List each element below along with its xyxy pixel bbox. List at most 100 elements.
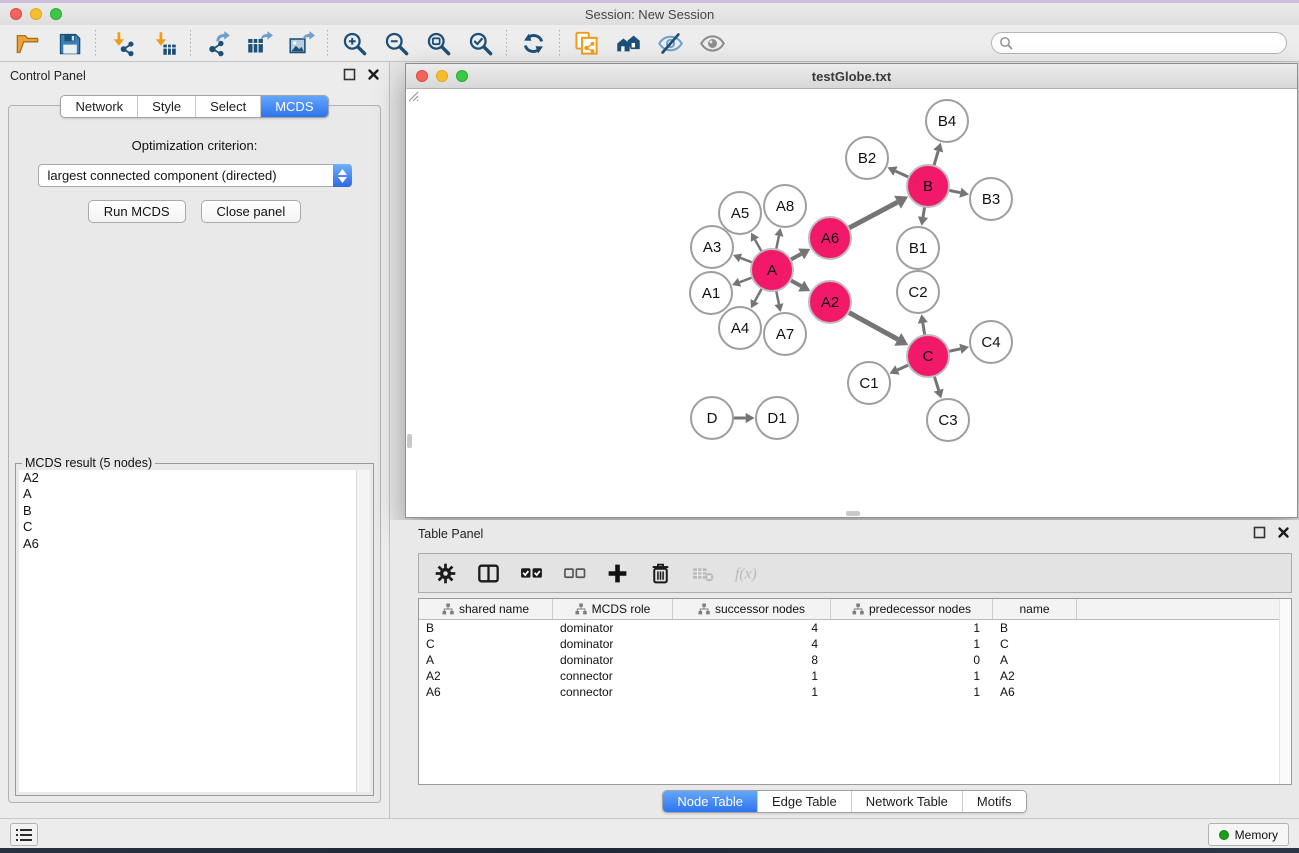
clone-network-button[interactable] xyxy=(571,28,601,58)
zoom-selected-button[interactable] xyxy=(465,28,495,58)
graph-node-A2[interactable]: A2 xyxy=(809,281,851,323)
save-session-button[interactable] xyxy=(54,28,84,58)
graph-node-A6[interactable]: A6 xyxy=(809,217,851,259)
column-header-predecessor-nodes[interactable]: predecessor nodes xyxy=(831,599,993,619)
refresh-button[interactable] xyxy=(518,28,548,58)
zoom-out-button[interactable] xyxy=(381,28,411,58)
graph-edge-B-B2[interactable] xyxy=(887,166,908,177)
graph-node-A3[interactable]: A3 xyxy=(691,226,733,268)
tab-motifs[interactable]: Motifs xyxy=(963,791,1026,812)
hide-panels-button[interactable] xyxy=(655,28,685,58)
tab-mcds[interactable]: MCDS xyxy=(261,96,327,117)
export-image-button[interactable] xyxy=(286,28,316,58)
delete-columns-button[interactable] xyxy=(646,559,674,587)
canvas-hscroll-thumb[interactable] xyxy=(846,511,860,516)
tab-node-table[interactable]: Node Table xyxy=(663,791,758,812)
graph-edge-B-B4[interactable] xyxy=(933,143,943,166)
graph-node-A4[interactable]: A4 xyxy=(719,307,761,349)
create-column-button[interactable] xyxy=(603,559,631,587)
zoom-fit-button[interactable] xyxy=(423,28,453,58)
graph-edge-A-A1[interactable] xyxy=(732,277,752,286)
mcds-result-item[interactable]: C xyxy=(19,519,370,535)
graph-edge-A-A5[interactable] xyxy=(751,233,762,252)
tab-edge-table[interactable]: Edge Table xyxy=(758,791,852,812)
run-mcds-button[interactable]: Run MCDS xyxy=(88,200,186,223)
deselect-all-columns-button[interactable] xyxy=(560,559,588,587)
table-row[interactable]: Bdominator41B xyxy=(419,620,1291,636)
column-header-successor-nodes[interactable]: successor nodes xyxy=(673,599,831,619)
split-panel-button[interactable] xyxy=(474,559,502,587)
column-header-name[interactable]: name xyxy=(993,599,1077,619)
zoom-in-button[interactable] xyxy=(339,28,369,58)
export-network-button[interactable] xyxy=(202,28,232,58)
tab-network[interactable]: Network xyxy=(61,96,138,117)
graph-node-C1[interactable]: C1 xyxy=(848,362,890,404)
graph-node-D[interactable]: D xyxy=(691,397,733,439)
graph-edge-D-D1[interactable] xyxy=(733,413,755,423)
graph-edge-B-B1[interactable] xyxy=(918,207,928,226)
graph-edge-B-B3[interactable] xyxy=(949,188,969,198)
criterion-select[interactable]: largest connected component (directed) xyxy=(38,164,352,187)
open-session-button[interactable] xyxy=(12,28,42,58)
mcds-result-item[interactable]: A xyxy=(19,486,370,502)
mcds-result-item[interactable]: A6 xyxy=(19,536,370,552)
mcds-result-item[interactable]: B xyxy=(19,503,370,519)
graph-edge-C-C2[interactable] xyxy=(918,314,928,335)
graph-edge-A-A6[interactable] xyxy=(790,248,810,259)
graph-node-C4[interactable]: C4 xyxy=(970,321,1012,363)
graph-node-B[interactable]: B xyxy=(907,165,949,207)
graph-node-D1[interactable]: D1 xyxy=(756,397,798,439)
select-all-columns-button[interactable] xyxy=(517,559,545,587)
tab-select[interactable]: Select xyxy=(196,96,261,117)
graph-edge-A-A4[interactable] xyxy=(751,288,762,308)
close-table-panel-icon[interactable] xyxy=(1276,525,1291,540)
close-panel-button[interactable]: Close panel xyxy=(201,200,302,223)
graph-edge-A6-B[interactable] xyxy=(849,196,909,228)
home-view-button[interactable] xyxy=(613,28,643,58)
graph-node-C2[interactable]: C2 xyxy=(897,271,939,313)
canvas-vscroll-thumb[interactable] xyxy=(407,434,412,448)
graph-edge-A-A8[interactable] xyxy=(774,228,783,249)
network-canvas[interactable]: B4B2BB3A8A5A6A3B1AC2A1A2A4A7C4CC1DD1C3 xyxy=(406,89,1297,517)
float-table-panel-icon[interactable] xyxy=(1252,525,1267,540)
graph-edge-A-A3[interactable] xyxy=(733,254,752,263)
resize-grip-icon[interactable] xyxy=(406,89,419,102)
table-scrollbar[interactable] xyxy=(1279,599,1291,784)
table-row[interactable]: A6connector11A6 xyxy=(419,684,1291,700)
import-network-button[interactable] xyxy=(107,28,137,58)
import-table-button[interactable] xyxy=(149,28,179,58)
mcds-result-list[interactable]: A2ABCA6 xyxy=(19,470,370,792)
graph-node-B1[interactable]: B1 xyxy=(897,227,939,269)
mcds-list-scrollbar[interactable] xyxy=(356,470,370,792)
column-header-MCDS-role[interactable]: MCDS role xyxy=(553,599,673,619)
graphics-details-button[interactable] xyxy=(697,28,727,58)
table-settings-button[interactable] xyxy=(431,559,459,587)
graph-node-A1[interactable]: A1 xyxy=(690,272,732,314)
graph-node-A[interactable]: A xyxy=(751,249,793,291)
close-panel-icon[interactable] xyxy=(366,67,381,82)
table-row[interactable]: A2connector11A2 xyxy=(419,668,1291,684)
graph-node-A8[interactable]: A8 xyxy=(764,185,806,227)
network-window-titlebar[interactable]: testGlobe.txt xyxy=(406,64,1297,89)
graph-node-B2[interactable]: B2 xyxy=(846,137,888,179)
graph-edge-C-C1[interactable] xyxy=(889,365,908,375)
graph-edge-C-C3[interactable] xyxy=(934,376,944,398)
task-history-button[interactable] xyxy=(10,823,38,846)
mcds-result-item[interactable]: A2 xyxy=(19,470,370,486)
table-row[interactable]: Cdominator41C xyxy=(419,636,1291,652)
search-input[interactable] xyxy=(991,32,1287,54)
graph-node-B4[interactable]: B4 xyxy=(926,100,968,142)
graph-node-C3[interactable]: C3 xyxy=(927,399,969,441)
graph-node-B3[interactable]: B3 xyxy=(970,178,1012,220)
column-header-shared-name[interactable]: shared name xyxy=(419,599,553,619)
table-row[interactable]: Adominator80A xyxy=(419,652,1291,668)
graph-edge-A-A2[interactable] xyxy=(790,280,810,291)
export-table-button[interactable] xyxy=(244,28,274,58)
graph-node-C[interactable]: C xyxy=(907,335,949,377)
graph-edge-A2-C[interactable] xyxy=(848,312,908,346)
float-panel-icon[interactable] xyxy=(342,67,357,82)
memory-button[interactable]: Memory xyxy=(1208,823,1289,846)
tab-network-table[interactable]: Network Table xyxy=(852,791,963,812)
graph-node-A7[interactable]: A7 xyxy=(764,313,806,355)
tab-style[interactable]: Style xyxy=(138,96,196,117)
